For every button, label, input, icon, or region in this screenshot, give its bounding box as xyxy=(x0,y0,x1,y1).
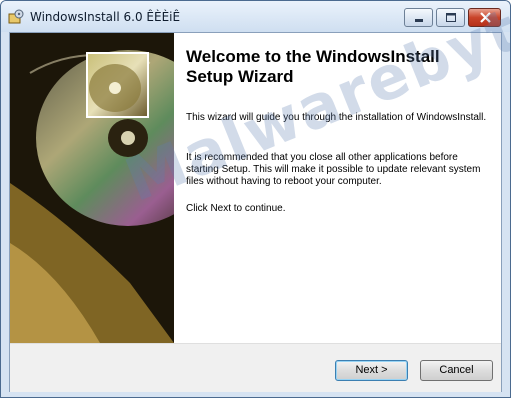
recommendation-text: It is recommended that you close all oth… xyxy=(186,152,481,187)
maximize-icon xyxy=(446,13,456,22)
installer-window: WindowsInstall 6.0 ÊÈÈiÊ Welcome to the … xyxy=(0,0,511,398)
intro-text: This wizard will guide you through the i… xyxy=(186,112,487,123)
wizard-side-image xyxy=(10,33,174,343)
maximize-button[interactable] xyxy=(436,8,465,27)
cancel-button[interactable]: Cancel xyxy=(420,360,493,381)
close-button[interactable] xyxy=(468,8,501,27)
next-button[interactable]: Next > xyxy=(335,360,408,381)
button-bar: Next > Cancel xyxy=(10,343,501,392)
minimize-icon xyxy=(415,19,423,22)
continue-instruction: Click Next to continue. xyxy=(186,203,286,214)
installer-app-icon xyxy=(8,9,24,25)
wizard-heading: Welcome to the WindowsInstall Setup Wiza… xyxy=(186,47,440,86)
window-title: WindowsInstall 6.0 ÊÈÈiÊ xyxy=(30,10,181,24)
title-bar[interactable]: WindowsInstall 6.0 ÊÈÈiÊ xyxy=(1,1,510,32)
minimize-button[interactable] xyxy=(404,8,433,27)
wizard-body: Welcome to the WindowsInstall Setup Wiza… xyxy=(9,32,502,392)
close-icon xyxy=(480,12,491,23)
